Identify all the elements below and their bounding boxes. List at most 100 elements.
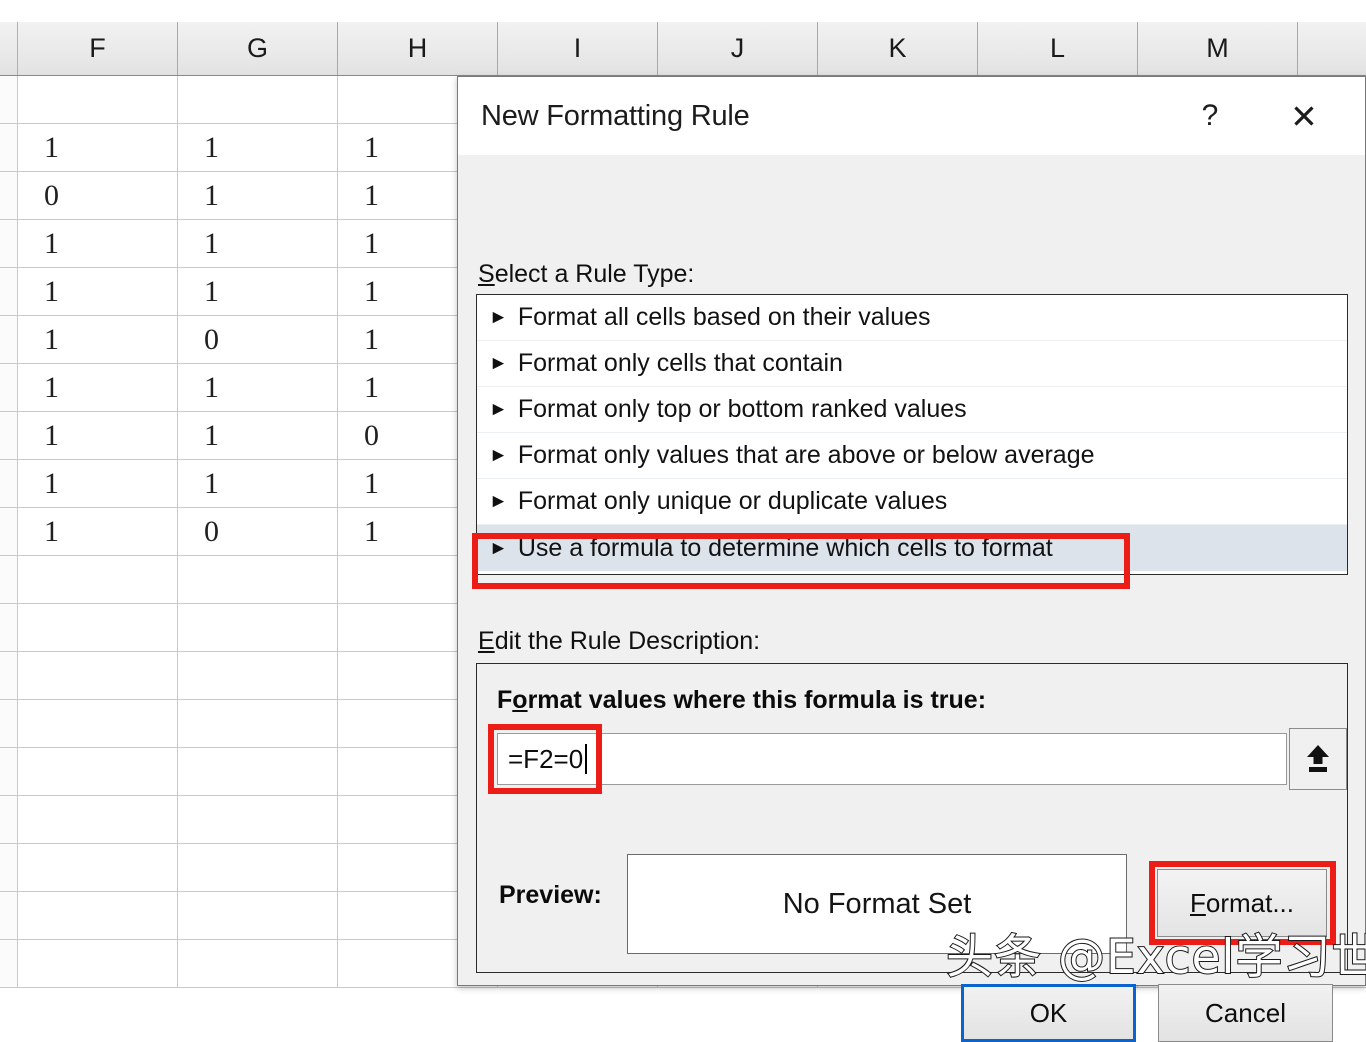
row-header[interactable] — [0, 940, 18, 987]
spreadsheet-cell[interactable]: 1 — [18, 364, 178, 411]
edit-rule-description-label-rest: dit the Rule Description: — [495, 627, 760, 655]
spreadsheet-cell[interactable] — [18, 892, 178, 939]
spreadsheet-cell[interactable]: 1 — [18, 412, 178, 459]
spreadsheet-cell[interactable] — [18, 796, 178, 843]
row-header[interactable] — [0, 508, 18, 555]
column-header-i[interactable]: I — [498, 22, 658, 75]
rule-type-item[interactable]: ►Format all cells based on their values — [477, 295, 1347, 341]
row-header[interactable] — [0, 652, 18, 699]
column-header-row: F G H I J K L M — [0, 22, 1366, 76]
preview-swatch: No Format Set — [627, 854, 1127, 954]
close-icon[interactable]: ✕ — [1273, 77, 1335, 155]
spreadsheet-cell[interactable] — [178, 700, 338, 747]
bullet-arrow-icon: ► — [489, 308, 508, 327]
spreadsheet-cell[interactable] — [178, 556, 338, 603]
row-header[interactable] — [0, 748, 18, 795]
bullet-arrow-icon: ► — [489, 492, 508, 511]
formula-heading: Format values where this formula is true… — [497, 686, 986, 715]
row-header[interactable] — [0, 76, 18, 123]
spreadsheet-cell[interactable]: 0 — [178, 316, 338, 363]
spreadsheet-cell[interactable]: 1 — [178, 412, 338, 459]
select-all-corner[interactable] — [0, 22, 18, 75]
column-header-l[interactable]: L — [978, 22, 1138, 75]
format-button[interactable]: Format... — [1157, 869, 1327, 937]
spreadsheet-cell[interactable]: 1 — [178, 220, 338, 267]
spreadsheet-cell[interactable] — [18, 844, 178, 891]
column-header-f[interactable]: F — [18, 22, 178, 75]
spreadsheet-cell[interactable]: 1 — [178, 364, 338, 411]
spreadsheet-cell[interactable] — [18, 748, 178, 795]
row-header[interactable] — [0, 604, 18, 651]
column-header-g[interactable]: G — [178, 22, 338, 75]
row-header[interactable] — [0, 892, 18, 939]
row-header[interactable] — [0, 316, 18, 363]
bullet-arrow-icon: ► — [489, 539, 508, 558]
spreadsheet-cell[interactable] — [178, 604, 338, 651]
formula-heading-part2: rmat values where this formula is true: — [528, 686, 986, 714]
rule-type-item-selected[interactable]: ► Use a formula to determine which cells … — [477, 525, 1347, 571]
spreadsheet-cell[interactable]: 0 — [18, 172, 178, 219]
spreadsheet-cell[interactable] — [18, 652, 178, 699]
row-header[interactable] — [0, 460, 18, 507]
row-header[interactable] — [0, 124, 18, 171]
row-header[interactable] — [0, 556, 18, 603]
spreadsheet-cell[interactable]: 1 — [18, 508, 178, 555]
row-header[interactable] — [0, 172, 18, 219]
column-header-m[interactable]: M — [1138, 22, 1298, 75]
rule-type-item[interactable]: ►Format only cells that contain — [477, 341, 1347, 387]
spreadsheet-cell[interactable]: 1 — [18, 220, 178, 267]
spreadsheet-cell[interactable]: 1 — [18, 460, 178, 507]
row-header[interactable] — [0, 268, 18, 315]
rule-type-listbox[interactable]: ►Format all cells based on their values►… — [476, 294, 1348, 575]
spreadsheet-cell[interactable] — [178, 796, 338, 843]
spreadsheet-cell[interactable] — [18, 940, 178, 987]
row-header[interactable] — [0, 844, 18, 891]
row-header[interactable] — [0, 700, 18, 747]
spreadsheet-cell[interactable] — [178, 748, 338, 795]
column-header-h[interactable]: H — [338, 22, 498, 75]
rule-type-item-label: Format only unique or duplicate values — [518, 487, 947, 516]
spreadsheet-cell[interactable]: 0 — [178, 508, 338, 555]
text-caret — [585, 744, 587, 774]
spreadsheet-cell[interactable] — [178, 76, 338, 123]
dialog-title: New Formatting Rule — [481, 100, 750, 133]
spreadsheet-cell[interactable] — [178, 892, 338, 939]
rule-type-item-label: Format only values that are above or bel… — [518, 441, 1095, 470]
preview-row: Preview: No Format Set Format... — [477, 849, 1349, 954]
spreadsheet-cell[interactable]: 1 — [178, 460, 338, 507]
rule-type-item[interactable]: ►Format only values that are above or be… — [477, 433, 1347, 479]
spreadsheet-cell[interactable] — [18, 604, 178, 651]
rule-type-item-label: Use a formula to determine which cells t… — [518, 534, 1053, 563]
row-header[interactable] — [0, 412, 18, 459]
spreadsheet-cell[interactable]: 1 — [18, 268, 178, 315]
column-header-k[interactable]: K — [818, 22, 978, 75]
row-header[interactable] — [0, 796, 18, 843]
spreadsheet-cell[interactable]: 1 — [178, 172, 338, 219]
spreadsheet-cell[interactable] — [18, 76, 178, 123]
spreadsheet-cell[interactable] — [178, 844, 338, 891]
row-header[interactable] — [0, 364, 18, 411]
spreadsheet-cell[interactable]: 1 — [178, 268, 338, 315]
formula-heading-part1: F — [497, 686, 512, 714]
spreadsheet-cell[interactable]: 1 — [18, 316, 178, 363]
rule-description-panel: Format values where this formula is true… — [476, 663, 1348, 973]
spreadsheet-cell[interactable]: 1 — [178, 124, 338, 171]
rule-type-item[interactable]: ►Format only top or bottom ranked values — [477, 387, 1347, 433]
rule-type-item[interactable]: ► Format only unique or duplicate values — [477, 479, 1347, 525]
collapse-dialog-up-arrow-icon[interactable] — [1289, 728, 1347, 790]
spreadsheet-cell[interactable] — [178, 940, 338, 987]
row-header[interactable] — [0, 220, 18, 267]
spreadsheet-cell[interactable]: 1 — [18, 124, 178, 171]
formula-input[interactable]: =F2=0 — [497, 733, 1287, 785]
accel-f: F — [1190, 888, 1206, 919]
dialog-title-bar[interactable]: New Formatting Rule ? ✕ — [458, 77, 1365, 155]
cancel-button[interactable]: Cancel — [1158, 984, 1333, 1042]
dialog-body: Select a Rule Type: ►Format all cells ba… — [458, 155, 1365, 985]
new-formatting-rule-dialog: New Formatting Rule ? ✕ Select a Rule Ty… — [457, 76, 1366, 986]
spreadsheet-cell[interactable] — [18, 700, 178, 747]
column-header-j[interactable]: J — [658, 22, 818, 75]
spreadsheet-cell[interactable] — [18, 556, 178, 603]
help-icon[interactable]: ? — [1179, 77, 1241, 155]
spreadsheet-cell[interactable] — [178, 652, 338, 699]
ok-button[interactable]: OK — [961, 984, 1136, 1042]
